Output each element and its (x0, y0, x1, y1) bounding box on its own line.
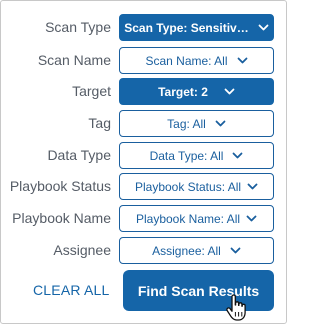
tag-dropdown-value: Tag: All (167, 116, 206, 131)
tag-dropdown[interactable]: Tag: All (119, 110, 274, 137)
clear-all-link[interactable]: CLEAR ALL (33, 282, 110, 298)
chevron-down-icon (237, 55, 248, 66)
filter-label-assignee: Assignee (53, 242, 111, 258)
target-dropdown[interactable]: Target: 2 (119, 78, 274, 105)
assignee-dropdown-value: Assignee: All (152, 243, 221, 258)
filter-row-data-type: Data Type Data Type: All (1, 142, 288, 169)
chevron-down-icon (232, 150, 243, 161)
filter-label-playbook-name: Playbook Name (12, 210, 111, 226)
filter-row-tag: Tag Tag: All (1, 110, 288, 137)
filter-label-scan-name: Scan Name (37, 52, 111, 68)
target-dropdown-value: Target: 2 (158, 84, 208, 99)
chevron-down-icon (230, 245, 241, 256)
chevron-down-icon (215, 118, 226, 129)
data-type-dropdown[interactable]: Data Type: All (119, 142, 274, 169)
find-scan-results-button[interactable]: Find Scan Results (123, 270, 274, 311)
filter-row-scan-name: Scan Name Scan Name: All (1, 47, 288, 74)
filter-label-playbook-status: Playbook Status (9, 178, 111, 194)
assignee-dropdown[interactable]: Assignee: All (119, 237, 274, 264)
filter-row-scan-type: Scan Type Scan Type: Sensitiv… (1, 14, 288, 41)
playbook-status-dropdown[interactable]: Playbook Status: All (119, 173, 274, 200)
filter-label-target: Target (72, 83, 111, 99)
chevron-down-icon (246, 213, 257, 224)
playbook-name-dropdown[interactable]: Playbook Name: All (119, 205, 274, 232)
filter-label-data-type: Data Type (47, 147, 111, 163)
scan-type-dropdown-value: Scan Type: Sensitiv… (124, 20, 249, 35)
filter-row-playbook-status: Playbook Status Playbook Status: All (1, 173, 288, 200)
filter-panel: Scan Type Scan Type: Sensitiv… Scan Name… (0, 0, 287, 324)
filter-row-target: Target Target: 2 (1, 78, 288, 105)
chevron-down-icon (224, 86, 235, 97)
chevron-down-icon (247, 181, 258, 192)
data-type-dropdown-value: Data Type: All (149, 148, 224, 163)
filter-label-tag: Tag (88, 115, 111, 131)
playbook-name-dropdown-value: Playbook Name: All (135, 211, 241, 226)
hand-pointer-icon (225, 294, 247, 322)
scan-name-dropdown-value: Scan Name: All (145, 53, 228, 68)
filter-label-scan-type: Scan Type (45, 19, 111, 35)
filter-row-playbook-name: Playbook Name Playbook Name: All (1, 205, 288, 232)
filter-row-assignee: Assignee Assignee: All (1, 237, 288, 264)
chevron-down-icon (258, 22, 269, 33)
playbook-status-dropdown-value: Playbook Status: All (134, 179, 242, 194)
scan-name-dropdown[interactable]: Scan Name: All (119, 47, 274, 74)
scan-type-dropdown[interactable]: Scan Type: Sensitiv… (119, 14, 274, 41)
